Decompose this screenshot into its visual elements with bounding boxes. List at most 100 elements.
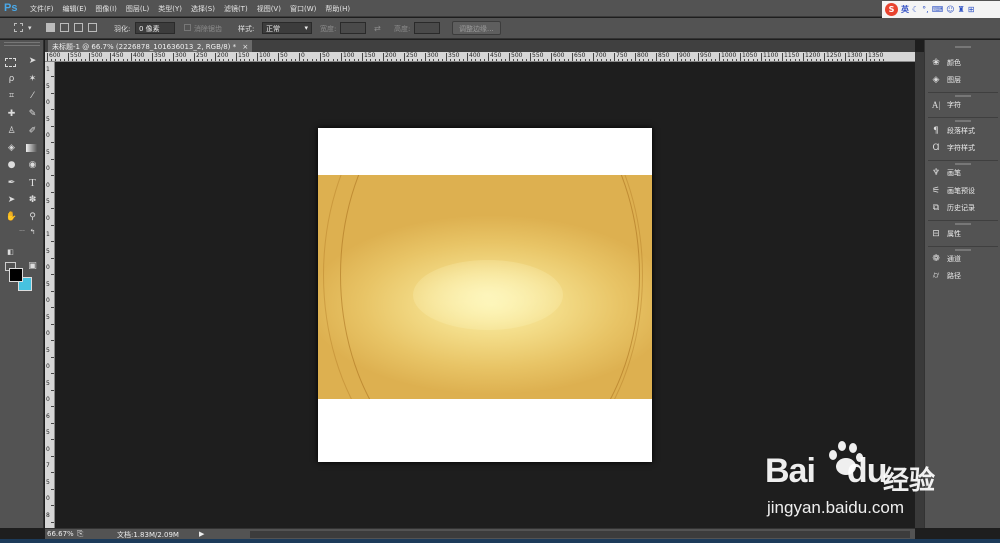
- type-icon[interactable]: T: [26, 177, 39, 190]
- dropdown-arrow-icon[interactable]: ▾: [28, 24, 32, 32]
- screen-mode-icon[interactable]: ▣: [26, 260, 39, 273]
- panel-brush-presets[interactable]: ⚟ 画笔预设: [930, 186, 975, 196]
- default-colors-icon[interactable]: ◧: [4, 246, 17, 259]
- subtract-selection-icon[interactable]: [74, 23, 83, 32]
- history-brush-icon[interactable]: ✐: [26, 125, 39, 138]
- swap-icon[interactable]: ⇄: [374, 24, 381, 33]
- style-select[interactable]: 正常 ▾: [262, 22, 312, 34]
- ruler-left: 1 5 0 5 0 5 0 0 5 0 1 5 0 5 0 5 0 5 0 5 0 6 5 0 7 5 0 8: [45, 62, 55, 528]
- document-canvas[interactable]: [318, 128, 652, 462]
- refine-edge-button[interactable]: 调整边缘...: [452, 21, 501, 35]
- menu-filter[interactable]: 滤镜(T): [224, 4, 248, 14]
- clone-stamp-icon[interactable]: ♙: [5, 125, 18, 138]
- ruler-tick: [404, 53, 405, 61]
- ruler-top-label: 1000: [721, 52, 737, 59]
- panel-grip[interactable]: [4, 42, 40, 46]
- panel-channels[interactable]: ❁ 通道: [930, 254, 961, 264]
- style-label: 样式:: [238, 25, 255, 33]
- shirt-icon[interactable]: ♜: [958, 5, 965, 14]
- ruler-left-label: 8: [46, 511, 50, 519]
- panel-paragraph-styles[interactable]: ¶ 段落样式: [930, 126, 975, 136]
- antialias-checkbox[interactable]: [184, 24, 191, 31]
- pen-icon[interactable]: ✒: [5, 177, 18, 190]
- marquee-tool-icon[interactable]: [14, 23, 23, 32]
- jingyan-text: 经验: [883, 466, 936, 496]
- menu-view[interactable]: 视图(V): [257, 4, 281, 14]
- crop-icon[interactable]: ⌗: [5, 90, 18, 103]
- panel-character-styles[interactable]: Ɑ 字符样式: [930, 143, 975, 153]
- hand-icon[interactable]: ✋: [5, 211, 18, 224]
- ruler-left-label: 1: [46, 231, 50, 238]
- eraser-icon[interactable]: ◈: [5, 142, 18, 155]
- horizontal-scrollbar[interactable]: [250, 531, 910, 538]
- feather-label: 羽化:: [114, 25, 131, 33]
- gradient-icon[interactable]: [26, 144, 37, 152]
- keyboard-icon[interactable]: ⌨: [932, 5, 944, 14]
- panel-grip[interactable]: [955, 46, 971, 48]
- status-menu-arrow-icon[interactable]: ▶: [199, 530, 204, 538]
- panel-color[interactable]: ❀ 颜色: [930, 58, 961, 68]
- zoom-level[interactable]: 66.67%: [47, 530, 74, 538]
- ruler-tick: [257, 53, 258, 61]
- ruler-left-label: 0: [46, 181, 50, 189]
- magic-wand-icon[interactable]: ✶: [26, 73, 39, 86]
- menu-layer[interactable]: 图层(L): [126, 4, 149, 14]
- menu-items: 文件(F) 编辑(E) 图像(I) 图层(L) 类型(Y) 选择(S) 滤镜(T…: [30, 4, 350, 14]
- panel-grip[interactable]: [955, 223, 971, 225]
- export-icon[interactable]: ⎘: [77, 529, 83, 539]
- menu-edit[interactable]: 编辑(E): [63, 4, 87, 14]
- brush-tool-icon[interactable]: ✎: [26, 108, 39, 121]
- ime-mode[interactable]: 英: [901, 4, 909, 15]
- properties-icon: ⊟: [932, 229, 940, 239]
- ruler-left-label: 0: [46, 165, 50, 172]
- dodge-icon[interactable]: ◉: [26, 159, 39, 172]
- panel-grip[interactable]: [955, 95, 971, 97]
- height-input[interactable]: [414, 22, 440, 34]
- panel-grip[interactable]: [955, 249, 971, 251]
- foreground-color-swatch[interactable]: [9, 268, 23, 282]
- menu-select[interactable]: 选择(S): [191, 4, 215, 14]
- panel-brush[interactable]: ♆ 画笔: [930, 168, 961, 178]
- ruler-top-label: 600: [553, 52, 565, 59]
- rect-marquee-icon[interactable]: [5, 58, 16, 67]
- ruler-top-label: 0: [301, 52, 305, 59]
- panel-properties[interactable]: ⊟ 属性: [930, 229, 961, 239]
- shape-icon[interactable]: ✽: [26, 194, 39, 207]
- moon-icon[interactable]: ☾: [912, 5, 919, 14]
- user-icon[interactable]: ☺: [946, 5, 954, 14]
- menu-file[interactable]: 文件(F): [30, 4, 54, 14]
- panel-history[interactable]: ⧉ 历史记录: [930, 203, 975, 213]
- ruler-left-label: 5: [46, 198, 50, 205]
- add-selection-icon[interactable]: [60, 23, 69, 32]
- ruler-tick: [530, 53, 531, 61]
- character-icon: A|: [931, 100, 941, 110]
- zoom-icon[interactable]: ⚲: [26, 211, 39, 224]
- ime-toolbar[interactable]: S 英 ☾ °, ⌨ ☺ ♜ ⊞: [882, 1, 1000, 18]
- healing-brush-icon[interactable]: ✚: [5, 108, 18, 121]
- menu-type[interactable]: 类型(Y): [158, 4, 182, 14]
- new-selection-icon[interactable]: [46, 23, 55, 32]
- feather-input[interactable]: 0 像素: [135, 22, 175, 34]
- ruler-left-label: 0: [46, 363, 50, 370]
- path-select-icon[interactable]: ➤: [5, 194, 18, 207]
- panel-grip[interactable]: [955, 163, 971, 165]
- panel-character[interactable]: A| 字符: [930, 100, 961, 110]
- blur-icon[interactable]: ●: [5, 159, 18, 172]
- tab-close-icon[interactable]: ×: [242, 43, 248, 51]
- grid-icon[interactable]: ⊞: [968, 5, 975, 14]
- intersect-selection-icon[interactable]: [88, 23, 97, 32]
- width-input[interactable]: [340, 22, 366, 34]
- menu-window[interactable]: 窗口(W): [290, 4, 316, 14]
- panel-paths[interactable]: ⌭ 路径: [930, 271, 961, 281]
- swap-colors-icon[interactable]: ↰: [26, 226, 39, 239]
- lasso-icon[interactable]: ρ: [5, 73, 18, 86]
- ruler-top-label: 400: [469, 52, 481, 59]
- eyedropper-icon[interactable]: ⁄: [26, 90, 39, 103]
- panel-layers[interactable]: ◈ 图层: [930, 75, 961, 85]
- panel-grip[interactable]: [955, 120, 971, 122]
- menu-image[interactable]: 图像(I): [95, 4, 117, 14]
- document-tab[interactable]: 未标题-1 @ 66.7% (2226878_101636013_2, RGB/…: [48, 40, 253, 52]
- move-icon[interactable]: ➤: [26, 55, 39, 68]
- punctuation-icon[interactable]: °,: [922, 5, 929, 14]
- menu-help[interactable]: 帮助(H): [325, 4, 350, 14]
